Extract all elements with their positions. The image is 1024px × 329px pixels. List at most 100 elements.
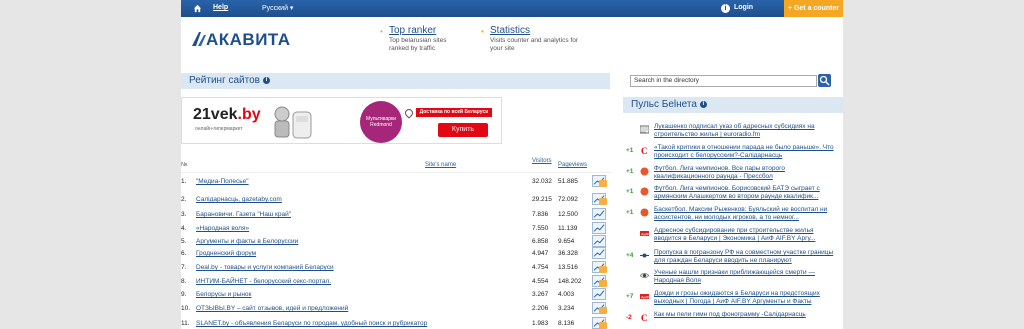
row-rank: 7. xyxy=(181,264,187,271)
news-link[interactable]: Адресное субсидирование при строительств… xyxy=(654,227,842,243)
rating-title: Рейтинг сайтов xyxy=(189,75,260,86)
language-selector[interactable]: Русский ▾ xyxy=(262,4,293,12)
table-row: 2. Салiдарнасць, gazetaby.com 29.215 72.092 xyxy=(181,193,611,206)
statistics-link[interactable]: Statistics xyxy=(490,25,600,36)
svg-text:C: C xyxy=(641,313,648,322)
news-link[interactable]: Пропуска в погранзону РФ на совместном у… xyxy=(654,249,842,265)
table-row: 11. SLANET.by - объявления Беларуси по го… xyxy=(181,317,611,329)
svg-text:АиФ: АиФ xyxy=(641,232,649,237)
info-icon[interactable]: i xyxy=(699,100,707,108)
aif-icon: АиФ xyxy=(640,229,649,238)
table-row: 7. Deal.by - товары и услуги компаний Бел… xyxy=(181,261,611,274)
table-row: 1. "Медиа-Полесье" 32.032 51.885 xyxy=(181,175,611,188)
stats-chart-icon[interactable] xyxy=(592,288,606,300)
news-link[interactable]: «Такой критики в отношении парада не был… xyxy=(654,144,842,160)
news-item: +1 Футбол. Лига чемпионов. Все пары второ… xyxy=(624,165,844,185)
column-header-site[interactable]: Site's name xyxy=(425,162,456,168)
news-link[interactable]: Как мы пели гимн под фонограмму -Салiдар… xyxy=(654,311,842,319)
pageviews-count: 12.500 xyxy=(558,211,578,218)
info-icon[interactable]: i xyxy=(262,76,270,84)
lock-icon xyxy=(599,266,607,273)
home-icon[interactable] xyxy=(193,4,202,13)
lock-icon xyxy=(599,322,607,329)
top-ranker-link[interactable]: Top ranker xyxy=(389,25,479,36)
column-header-pageviews[interactable]: Pageviews xyxy=(558,162,587,168)
visitors-count: 3.267 xyxy=(532,291,549,298)
row-rank: 9. xyxy=(181,291,187,298)
table-row: 8. ИНТИМ-БАЙНЕТ - белорусский секс-портал… xyxy=(181,275,611,288)
site-link[interactable]: Deal.by - товары и услуги компаний Белар… xyxy=(196,264,334,271)
search-button[interactable] xyxy=(818,74,831,87)
site-link[interactable]: «Народная воля» xyxy=(196,225,249,232)
help-link[interactable]: Help xyxy=(213,4,228,11)
site-link[interactable]: SLANET.by - объявления Беларуси по город… xyxy=(196,320,427,327)
advertisement-banner[interactable]: 21vek.by онлайн-гипермаркет Мультиварки … xyxy=(181,97,502,144)
row-rank: 3. xyxy=(181,211,187,218)
news-score: -2 xyxy=(626,314,632,321)
lock-icon xyxy=(599,307,607,314)
news-link[interactable]: Дожди и грозы ожидаются в Беларуси на пр… xyxy=(654,290,842,306)
news-item: АиФ Адресное субсидирование при строитель… xyxy=(624,227,844,247)
promo-desc: ranked by traffic xyxy=(389,45,436,52)
news-item: +1 Баскетбол. Максим Рыженков: Буяльский … xyxy=(624,206,844,226)
news-link[interactable]: Футбол. Лига чемпионов. Все пары второго… xyxy=(654,165,842,181)
logo-mark-icon xyxy=(192,32,206,46)
banner-subtitle: онлайн-гипермаркет xyxy=(195,126,243,132)
visitors-count: 4.947 xyxy=(532,250,549,257)
ball-icon xyxy=(640,208,649,217)
location-pin-icon xyxy=(403,107,415,119)
column-header-visitors[interactable]: Visitors xyxy=(532,158,552,164)
stats-chart-icon[interactable] xyxy=(592,247,606,259)
news-link[interactable]: Ученые нашли признаки приближающейся сме… xyxy=(654,269,842,285)
column-header-number: № xyxy=(181,162,188,168)
news-link[interactable]: Футбол. Лига чемпионов. Борисовский БАТЭ… xyxy=(654,185,842,201)
news-score: +1 xyxy=(626,168,634,175)
pageviews-count: 11.139 xyxy=(558,225,578,232)
visitors-count: 32.032 xyxy=(532,178,552,185)
promo-top-ranker: • Top ranker Top belarusian sites ranked… xyxy=(380,25,479,53)
pulse-section-header: Пульс Беlнета i xyxy=(623,97,843,113)
news-link[interactable]: Лукашенко подписал указ об адресных субс… xyxy=(654,123,842,139)
site-link[interactable]: ОТЗЫВЫ.BY – сайт отзывов, идей и предлож… xyxy=(196,305,348,312)
news-score: +4 xyxy=(626,252,634,259)
stats-chart-icon[interactable] xyxy=(592,208,606,220)
visitors-count: 2.206 xyxy=(532,305,549,312)
site-link[interactable]: Салiдарнасць, gazetaby.com xyxy=(196,196,282,203)
pin-icon xyxy=(640,251,649,260)
robot-image-icon xyxy=(274,106,312,139)
stats-chart-icon[interactable] xyxy=(592,222,606,234)
newspaper-icon xyxy=(639,125,650,134)
site-link[interactable]: "Медиа-Полесье" xyxy=(196,178,249,185)
site-link[interactable]: Гродненский форум xyxy=(196,250,256,257)
news-item: +1 C «Такой критики в отношении парада не … xyxy=(624,144,844,164)
row-rank: 2. xyxy=(181,196,187,203)
pulse-title: Пульс Беlнета xyxy=(631,99,697,110)
news-item: -2 C Как мы пели гимн под фонограмму -Салi… xyxy=(624,311,844,329)
site-link[interactable]: Белорусы и рынок xyxy=(196,291,251,298)
pageviews-count: 13.516 xyxy=(558,264,578,271)
promo-desc: Top belarusian sites xyxy=(389,37,447,44)
news-score: +1 xyxy=(626,188,634,195)
site-link[interactable]: ИНТИМ-БАЙНЕТ - белорусский секс-портал. xyxy=(196,278,331,285)
banner-buy-button[interactable]: Купить xyxy=(438,123,488,137)
stats-chart-icon[interactable] xyxy=(592,235,606,247)
pageviews-count: 4.003 xyxy=(558,291,575,298)
banner-brand: 21vek.by xyxy=(193,106,261,123)
pageviews-count: 36.328 xyxy=(558,250,578,257)
visitors-count: 4.754 xyxy=(532,264,549,271)
site-link[interactable]: Барановичи. Газета "Наш край" xyxy=(196,211,291,218)
row-rank: 6. xyxy=(181,250,187,257)
news-score: +1 xyxy=(626,209,634,216)
get-counter-button[interactable]: + Get a counter xyxy=(784,0,843,17)
table-row: 4. «Народная воля» 7.550 11.139 xyxy=(181,222,611,235)
news-link[interactable]: Баскетбол. Максим Рыженков: Буяльский не… xyxy=(654,206,842,222)
news-score: +7 xyxy=(626,293,634,300)
promo-desc: your site xyxy=(490,45,515,52)
row-rank: 4. xyxy=(181,225,187,232)
site-link[interactable]: Аргументы и факты в Белоруссии xyxy=(196,238,298,245)
c-logo-icon: C xyxy=(640,146,649,156)
directory-search-input[interactable]: Search in the directory xyxy=(630,75,817,87)
banner-promo-circle: Мультиварки Redmond xyxy=(360,101,402,143)
news-item: +1 Футбол. Лига чемпионов. Борисовский БА… xyxy=(624,185,844,205)
login-link[interactable]: Login xyxy=(734,4,753,11)
